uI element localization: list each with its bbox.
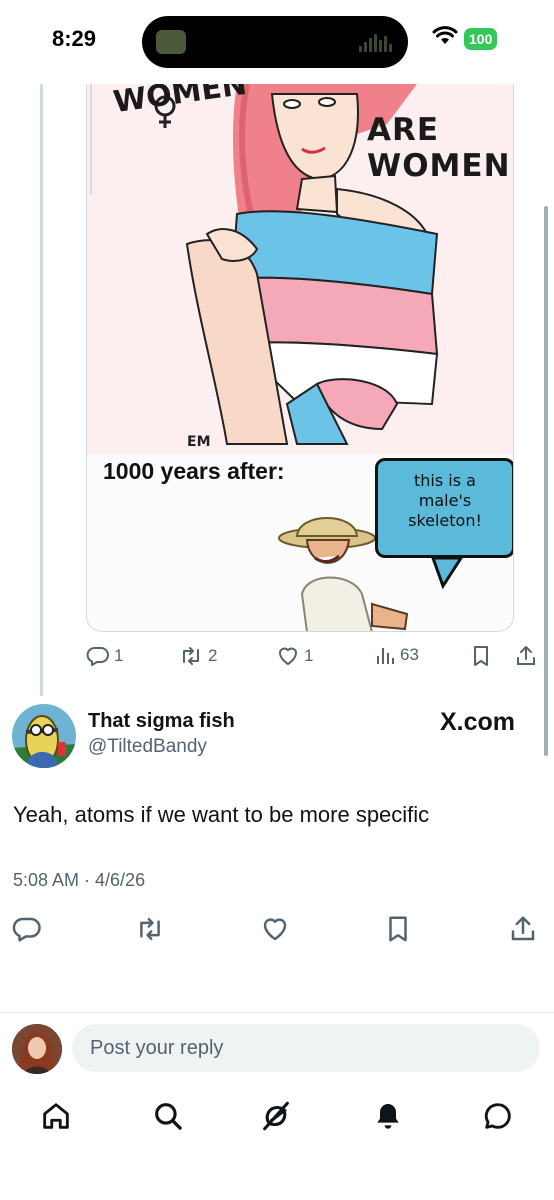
post-timestamp[interactable]: 5:08 AM · 4/6/26: [13, 870, 145, 891]
author-display-name[interactable]: That sigma fish: [88, 710, 235, 733]
search-icon: [151, 1099, 185, 1138]
meme-bottom-panel: 1000 years after: this is a male's skele…: [87, 454, 513, 631]
post-text: Yeah, atoms if we want to be more specif…: [13, 802, 430, 827]
bookmark-icon: [384, 916, 412, 948]
share-icon: [514, 644, 538, 668]
now-playing-thumbnail: [156, 30, 186, 54]
composer-divider: [0, 1012, 554, 1013]
reply-icon: [86, 644, 110, 668]
like-count: 1: [304, 646, 314, 665]
meme-headline-line2: WOMEN: [367, 148, 511, 184]
bottom-navigation: [0, 1092, 554, 1148]
share-action[interactable]: [514, 644, 538, 668]
repost-icon: [178, 644, 204, 668]
meme-top-panel: WOMEN ARE WOMEN EM: [87, 84, 513, 454]
clock-time: 8:29: [52, 26, 97, 51]
repost-action[interactable]: 2: [178, 644, 217, 668]
audio-wave-icon: [359, 32, 392, 52]
reply-action[interactable]: 1: [86, 644, 123, 668]
message-icon: [481, 1099, 515, 1138]
meme-headline: ARE WOMEN: [367, 112, 513, 184]
post-actions: [0, 912, 554, 952]
home-icon: [39, 1099, 73, 1138]
bookmark-icon: [470, 644, 492, 668]
artist-signature: EM: [187, 434, 211, 450]
reply-input[interactable]: [72, 1024, 540, 1072]
status-bar: 8:29 100: [0, 0, 554, 80]
nav-notifications[interactable]: [368, 1098, 408, 1138]
battery-indicator: 100: [464, 28, 498, 50]
quoted-post-actions: 1 2 1 63: [86, 640, 548, 676]
thread-connector-line: [40, 84, 43, 696]
author-avatar[interactable]: [12, 704, 76, 768]
current-user-avatar[interactable]: [12, 1024, 62, 1074]
views-count: 63: [400, 645, 419, 664]
heart-icon: [276, 644, 300, 668]
bookmark-action[interactable]: [470, 644, 492, 668]
reply-icon: [12, 917, 42, 948]
nav-messages[interactable]: [478, 1098, 518, 1138]
author-handle[interactable]: @TiltedBandy: [88, 736, 207, 758]
bookmark-button[interactable]: [384, 914, 412, 949]
bell-icon: [372, 1099, 404, 1138]
x-com-watermark: X.com: [440, 708, 516, 736]
share-button[interactable]: [508, 914, 538, 949]
views-icon: [374, 644, 396, 666]
heart-icon: [260, 918, 290, 948]
repost-icon: [134, 917, 166, 948]
grok-icon: [259, 1099, 293, 1138]
repost-count: 2: [208, 646, 218, 665]
like-button[interactable]: [260, 914, 290, 949]
dynamic-island: [142, 16, 408, 68]
scrollbar[interactable]: [544, 206, 548, 756]
post-media-image[interactable]: WOMEN ARE WOMEN EM 1000 years after: thi…: [86, 84, 514, 632]
nav-search[interactable]: [148, 1098, 188, 1138]
wifi-icon: [432, 26, 458, 51]
nav-grok[interactable]: [256, 1098, 296, 1138]
like-action[interactable]: 1: [276, 644, 313, 668]
reply-count: 1: [114, 646, 124, 665]
speech-bubble: this is a male's skeleton!: [375, 458, 513, 558]
repost-button[interactable]: [134, 914, 166, 949]
reply-button[interactable]: [12, 914, 42, 949]
share-icon: [508, 916, 538, 948]
views-action[interactable]: 63: [374, 644, 419, 666]
nav-home[interactable]: [36, 1098, 76, 1138]
meme-headline-line1: ARE: [367, 112, 440, 148]
